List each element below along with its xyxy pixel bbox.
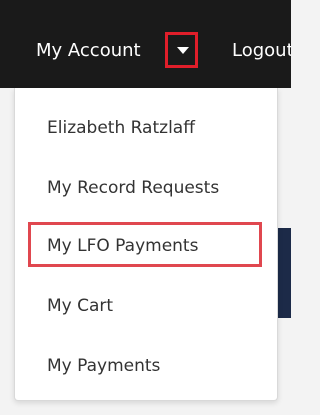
- menu-item-lfo-payments[interactable]: My LFO Payments: [47, 235, 198, 257]
- menu-item-payments[interactable]: My Payments: [47, 355, 160, 377]
- menu-item-user-name[interactable]: Elizabeth Ratzlaff: [47, 117, 195, 139]
- account-dropdown-toggle[interactable]: [165, 32, 198, 68]
- caret-down-icon: [177, 47, 189, 54]
- menu-item-cart[interactable]: My Cart: [47, 295, 113, 317]
- my-account-link[interactable]: My Account: [36, 40, 141, 62]
- logout-link[interactable]: Logout: [232, 40, 291, 62]
- top-navbar: My Account Logout: [0, 0, 291, 88]
- menu-item-record-requests[interactable]: My Record Requests: [47, 177, 219, 199]
- account-dropdown-menu: Elizabeth Ratzlaff My Record Requests My…: [14, 88, 278, 401]
